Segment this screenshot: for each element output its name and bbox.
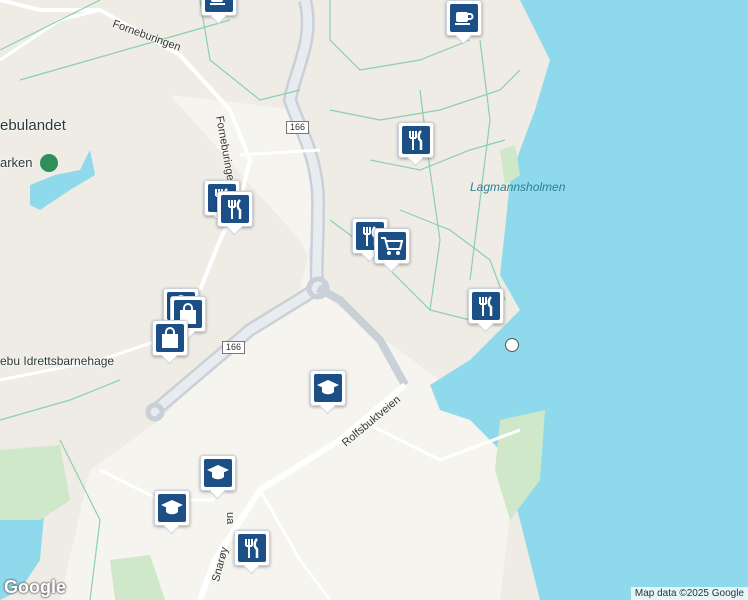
forneburingen-road (0, 0, 253, 291)
residential-area (60, 95, 520, 600)
park-icon (40, 154, 58, 172)
poi-pin-cafe[interactable] (446, 0, 482, 45)
kindergarten-label: ebu Idrettsbarnehage (0, 354, 115, 368)
graduation-cap-icon (158, 494, 186, 522)
poi-pin-restaurant[interactable] (234, 530, 270, 575)
poi-pin-restaurant[interactable] (468, 288, 504, 333)
place-label: ebulandet (0, 117, 66, 134)
fork-knife-icon (238, 534, 266, 562)
fork-knife-icon (402, 126, 430, 154)
road-label-ua: ua (224, 512, 236, 525)
shopping-bag-icon (156, 324, 184, 352)
poi-pin-grocery[interactable] (374, 228, 410, 273)
green-area (0, 445, 70, 520)
fork-knife-icon (472, 292, 500, 320)
graduation-cap-icon (314, 374, 342, 402)
poi-pin-cafe[interactable] (201, 0, 237, 25)
map-base-layer (0, 0, 748, 600)
island-label: Lagmannsholmen (470, 180, 566, 194)
route-shield: 166 (222, 341, 246, 354)
route-shield: 166 (286, 121, 310, 134)
map-canvas[interactable]: ebulandet arken Lagmannsholmen ebu Idret… (0, 0, 748, 600)
coffee-cup-icon (205, 0, 233, 12)
google-logo: Google (4, 577, 66, 597)
coffee-cup-icon (450, 4, 478, 32)
poi-pin-shopping[interactable] (152, 320, 188, 365)
fork-knife-icon (221, 195, 249, 223)
poi-pin-restaurant[interactable] (398, 122, 434, 167)
poi-pin-school[interactable] (310, 370, 346, 415)
poi-pin-school[interactable] (200, 455, 236, 500)
park-label: arken (0, 155, 33, 170)
map-attribution[interactable]: Map data ©2025 Google (630, 587, 748, 600)
poi-pin-restaurant[interactable] (217, 191, 253, 236)
shopping-cart-icon (378, 232, 406, 260)
graduation-cap-icon (204, 459, 232, 487)
poi-pin-school[interactable] (154, 490, 190, 535)
ferry-icon (505, 338, 519, 352)
